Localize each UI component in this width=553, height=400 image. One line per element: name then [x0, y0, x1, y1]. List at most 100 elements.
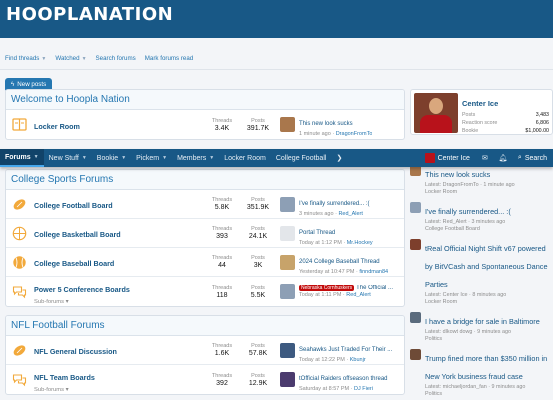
avatar[interactable] [280, 284, 295, 299]
find-threads-link[interactable]: Find threads ▼ [5, 55, 46, 62]
avatar[interactable] [410, 312, 421, 323]
latest-thread-link[interactable]: 2024 College Baseball Thread [299, 259, 380, 265]
side-thread-link[interactable]: tReal Official Night Shift v67 powered b… [425, 244, 548, 289]
nav-user-name: Center Ice [437, 154, 470, 162]
latest-time[interactable]: Yesterday at 10:47 PM [299, 269, 354, 275]
avatar[interactable] [280, 225, 295, 241]
bell-icon[interactable]: 🔔︎ [494, 154, 512, 162]
forum-title[interactable]: College Football Board [34, 201, 113, 210]
forum-title[interactable]: College Basketball Board [34, 230, 121, 239]
avatar[interactable] [410, 239, 421, 250]
forum-node: NFL General Discussion Threads 1.6K Posts… [6, 336, 404, 365]
member-bookie-row: Bookie $1,000.00 [462, 127, 549, 135]
list-item: tReal Official Night Shift v67 powered b… [410, 238, 553, 306]
latest-thread-link[interactable]: Portal Thread [299, 230, 335, 236]
nav-bookie[interactable]: Bookie ▼ [92, 149, 131, 167]
chevron-down-icon[interactable]: ▼ [34, 154, 39, 160]
nav-user-menu[interactable]: Center Ice [419, 153, 476, 163]
avatar[interactable] [280, 254, 295, 270]
threads-count: 3.4K [214, 124, 230, 132]
latest-thread-link[interactable]: This new look sucks [299, 121, 353, 127]
subforums-toggle[interactable]: Sub-forums ▾ [34, 299, 204, 305]
nav-college-football[interactable]: College Football [271, 149, 332, 167]
threads-label: Threads [211, 226, 233, 232]
latest-time[interactable]: 3 minutes ago [299, 211, 334, 217]
basketball-icon [11, 225, 28, 242]
side-forum[interactable]: College Football Board [425, 226, 511, 233]
nav-more-arrow[interactable]: ❯ [331, 149, 347, 167]
posts-stat: Posts 12.9K [240, 373, 276, 387]
posts-stat: Posts 24.1K [240, 226, 276, 240]
side-thread-link[interactable]: This new look sucks [425, 170, 490, 179]
watched-label: Watched [55, 55, 80, 62]
avatar[interactable] [410, 349, 421, 360]
avatar[interactable] [280, 342, 295, 358]
forum-title[interactable]: Power 5 Conference Boards [34, 285, 130, 294]
site-logo[interactable]: HOOPLANATION [6, 4, 173, 25]
latest-user[interactable]: Kbunjr [350, 357, 366, 363]
list-item: I've finally surrendered... :(Latest: Re… [410, 201, 553, 233]
category-title[interactable]: College Sports Forums [6, 170, 404, 190]
chevron-down-icon[interactable]: ▼ [162, 155, 167, 161]
avatar[interactable] [414, 93, 458, 133]
avatar[interactable] [410, 202, 421, 213]
side-thread-link[interactable]: Trump fined more than $350 million in Ne… [425, 354, 547, 381]
search-forums-link[interactable]: Search forums [96, 55, 136, 62]
latest-thread-link[interactable]: The Official ... [356, 285, 393, 291]
side-thread-link[interactable]: I've finally surrendered... :( [425, 207, 511, 216]
forum-title[interactable]: NFL Team Boards [34, 373, 95, 382]
chevron-down-icon[interactable]: ▼ [82, 155, 87, 161]
chevron-down-icon: ▼ [41, 56, 47, 62]
latest-user[interactable]: DJ Fieri [354, 386, 373, 392]
avatar[interactable] [280, 372, 295, 387]
latest-thread-link[interactable]: I've finally surrendered... :( [299, 201, 370, 207]
latest-time[interactable]: Saturday at 8:57 PM [299, 386, 349, 392]
category-title[interactable]: NFL Football Forums [6, 316, 404, 336]
nav-pickem[interactable]: Pickem ▼ [131, 149, 172, 167]
side-forum[interactable]: Locker Room [425, 189, 515, 196]
nav-members[interactable]: Members ▼ [172, 149, 219, 167]
side-forum[interactable]: Politics [425, 391, 553, 398]
thread-prefix-badge[interactable]: Nebraska Cornhuskers [299, 285, 355, 291]
latest-time[interactable]: Today at 1:12 PM [299, 240, 342, 246]
latest-time[interactable]: 1 minute ago [299, 131, 331, 137]
latest-user[interactable]: finndman84 [359, 269, 388, 275]
list-item: I have a bridge for sale in Baltimore Lat… [410, 311, 553, 343]
chevron-down-icon[interactable]: ▼ [209, 155, 214, 161]
member-card: Center Ice Posts 3,483 Reaction score 6,80… [410, 89, 553, 135]
nav-locker-room[interactable]: Locker Room [219, 149, 271, 167]
avatar[interactable] [280, 196, 295, 212]
member-posts: 3,483 [535, 112, 549, 118]
side-thread-link[interactable]: I have a bridge for sale in Baltimore [425, 317, 540, 326]
latest-time[interactable]: Today at 12:22 PM [299, 357, 345, 363]
category-title[interactable]: Welcome to Hoopla Nation [6, 90, 404, 110]
latest-meta: Today at 12:22 PM · Kbunjr [299, 356, 366, 363]
list-item: This new look sucks Latest: DragonFromTo … [410, 164, 553, 196]
forum-title[interactable]: NFL General Discussion [34, 347, 117, 356]
latest-user[interactable]: Red_Alert [346, 292, 370, 298]
inbox-icon[interactable]: ✉ [476, 154, 494, 162]
latest-post: This new look sucks 1 minute ago · Drago… [280, 112, 399, 137]
threads-count: 393 [216, 233, 228, 240]
chevron-down-icon[interactable]: ▼ [121, 155, 126, 161]
forum-title-locker-room[interactable]: Locker Room [34, 122, 80, 131]
latest-thread-link[interactable]: tOfficial Raiders offseason thread [299, 376, 388, 382]
subforums-toggle[interactable]: Sub-forums ▾ [34, 387, 204, 393]
latest-thread-link[interactable]: Seahawks Just Traded For Their ... [299, 347, 392, 353]
member-name[interactable]: Center Ice [462, 99, 498, 108]
latest-user[interactable]: Mr.Hockey [347, 240, 373, 246]
nav-forums[interactable]: Forums ▼ [0, 149, 44, 167]
latest-time[interactable]: Today at 1:11 PM [299, 292, 341, 298]
latest-user[interactable]: Red_Alert [338, 211, 362, 217]
latest-meta: Saturday at 8:57 PM · DJ Fieri [299, 386, 373, 392]
watched-link[interactable]: Watched ▼ [55, 55, 86, 62]
nav-new-stuff[interactable]: New Stuff ▼ [44, 149, 92, 167]
football-icon [11, 342, 28, 359]
mark-forums-read-link[interactable]: Mark forums read [145, 55, 193, 62]
avatar[interactable] [280, 117, 295, 132]
nav-search[interactable]: ⌕ Search [512, 154, 553, 162]
side-forum[interactable]: Politics [425, 336, 540, 343]
forum-title[interactable]: College Baseball Board [34, 259, 114, 268]
latest-user[interactable]: DragonFromTo [336, 131, 373, 137]
side-forum[interactable]: Locker Room [425, 299, 553, 306]
